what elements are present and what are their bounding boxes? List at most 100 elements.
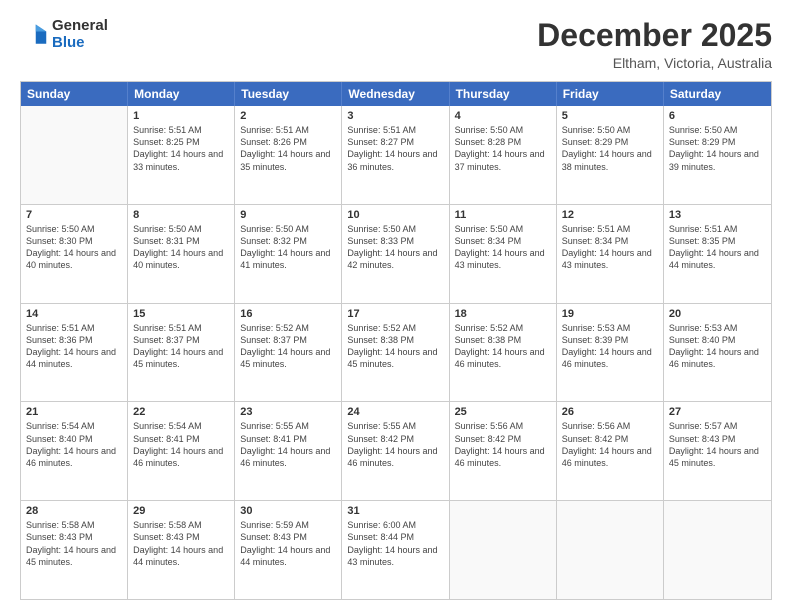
- header-day-wednesday: Wednesday: [342, 82, 449, 106]
- day-info: Sunrise: 5:53 AMSunset: 8:39 PMDaylight:…: [562, 322, 658, 371]
- calendar-cell: 11 Sunrise: 5:50 AMSunset: 8:34 PMDayligh…: [450, 205, 557, 303]
- day-info: Sunrise: 5:50 AMSunset: 8:29 PMDaylight:…: [669, 124, 766, 173]
- page: General Blue December 2025 Eltham, Victo…: [0, 0, 792, 612]
- day-number: 21: [26, 406, 122, 418]
- calendar-cell: 4 Sunrise: 5:50 AMSunset: 8:28 PMDaylight…: [450, 106, 557, 204]
- day-number: 22: [133, 406, 229, 418]
- day-number: 11: [455, 209, 551, 221]
- day-number: 30: [240, 505, 336, 517]
- calendar-cell: [450, 501, 557, 599]
- day-info: Sunrise: 5:50 AMSunset: 8:32 PMDaylight:…: [240, 223, 336, 272]
- day-number: 13: [669, 209, 766, 221]
- calendar-body: 1 Sunrise: 5:51 AMSunset: 8:25 PMDaylight…: [21, 106, 771, 599]
- header: General Blue December 2025 Eltham, Victo…: [20, 18, 772, 71]
- month-title: December 2025: [537, 18, 772, 53]
- calendar-cell: 9Sunrise: 5:50 AMSunset: 8:32 PMDaylight…: [235, 205, 342, 303]
- day-number: 1: [133, 110, 229, 122]
- day-info: Sunrise: 5:56 AMSunset: 8:42 PMDaylight:…: [562, 420, 658, 469]
- day-number: 8: [133, 209, 229, 221]
- day-info: Sunrise: 5:54 AMSunset: 8:41 PMDaylight:…: [133, 420, 229, 469]
- day-info: Sunrise: 5:51 AMSunset: 8:36 PMDaylight:…: [26, 322, 122, 371]
- day-info: Sunrise: 5:51 AMSunset: 8:35 PMDaylight:…: [669, 223, 766, 272]
- day-info: Sunrise: 5:55 AMSunset: 8:42 PMDaylight:…: [347, 420, 443, 469]
- calendar-cell: 2 Sunrise: 5:51 AMSunset: 8:26 PMDaylight…: [235, 106, 342, 204]
- calendar-cell: 18Sunrise: 5:52 AMSunset: 8:38 PMDayligh…: [450, 304, 557, 402]
- day-info: Sunrise: 5:52 AMSunset: 8:38 PMDaylight:…: [455, 322, 551, 371]
- calendar-cell: 13 Sunrise: 5:51 AMSunset: 8:35 PMDayligh…: [664, 205, 771, 303]
- calendar-cell: 15Sunrise: 5:51 AMSunset: 8:37 PMDayligh…: [128, 304, 235, 402]
- calendar-cell: [21, 106, 128, 204]
- calendar-cell: 29 Sunrise: 5:58 AMSunset: 8:43 PMDayligh…: [128, 501, 235, 599]
- calendar-cell: 12Sunrise: 5:51 AMSunset: 8:34 PMDayligh…: [557, 205, 664, 303]
- calendar-week-3: 14 Sunrise: 5:51 AMSunset: 8:36 PMDayligh…: [21, 303, 771, 402]
- calendar-cell: 31Sunrise: 6:00 AMSunset: 8:44 PMDayligh…: [342, 501, 449, 599]
- day-number: 19: [562, 308, 658, 320]
- day-info: Sunrise: 5:55 AMSunset: 8:41 PMDaylight:…: [240, 420, 336, 469]
- day-number: 24: [347, 406, 443, 418]
- title-area: December 2025 Eltham, Victoria, Australi…: [537, 18, 772, 71]
- calendar-cell: 1 Sunrise: 5:51 AMSunset: 8:25 PMDaylight…: [128, 106, 235, 204]
- day-number: 16: [240, 308, 336, 320]
- calendar-cell: 6 Sunrise: 5:50 AMSunset: 8:29 PMDaylight…: [664, 106, 771, 204]
- header-day-friday: Friday: [557, 82, 664, 106]
- logo-general-text: General: [52, 18, 108, 35]
- calendar-week-4: 21 Sunrise: 5:54 AMSunset: 8:40 PMDayligh…: [21, 401, 771, 500]
- day-info: Sunrise: 5:50 AMSunset: 8:30 PMDaylight:…: [26, 223, 122, 272]
- day-info: Sunrise: 5:54 AMSunset: 8:40 PMDaylight:…: [26, 420, 122, 469]
- day-number: 17: [347, 308, 443, 320]
- day-number: 20: [669, 308, 766, 320]
- calendar-cell: 30 Sunrise: 5:59 AMSunset: 8:43 PMDayligh…: [235, 501, 342, 599]
- calendar-cell: 5Sunrise: 5:50 AMSunset: 8:29 PMDaylight…: [557, 106, 664, 204]
- day-number: 14: [26, 308, 122, 320]
- day-info: Sunrise: 6:00 AMSunset: 8:44 PMDaylight:…: [347, 519, 443, 568]
- logo-blue-text: Blue: [52, 35, 108, 52]
- calendar-cell: [664, 501, 771, 599]
- calendar-week-1: 1 Sunrise: 5:51 AMSunset: 8:25 PMDaylight…: [21, 106, 771, 204]
- day-number: 7: [26, 209, 122, 221]
- header-day-monday: Monday: [128, 82, 235, 106]
- header-day-tuesday: Tuesday: [235, 82, 342, 106]
- day-number: 10: [347, 209, 443, 221]
- calendar-cell: 26 Sunrise: 5:56 AMSunset: 8:42 PMDayligh…: [557, 402, 664, 500]
- calendar-cell: 23 Sunrise: 5:55 AMSunset: 8:41 PMDayligh…: [235, 402, 342, 500]
- calendar-cell: 14 Sunrise: 5:51 AMSunset: 8:36 PMDayligh…: [21, 304, 128, 402]
- day-info: Sunrise: 5:51 AMSunset: 8:26 PMDaylight:…: [240, 124, 336, 173]
- header-day-sunday: Sunday: [21, 82, 128, 106]
- calendar-cell: 22 Sunrise: 5:54 AMSunset: 8:41 PMDayligh…: [128, 402, 235, 500]
- day-info: Sunrise: 5:56 AMSunset: 8:42 PMDaylight:…: [455, 420, 551, 469]
- day-info: Sunrise: 5:50 AMSunset: 8:31 PMDaylight:…: [133, 223, 229, 272]
- day-number: 4: [455, 110, 551, 122]
- header-day-saturday: Saturday: [664, 82, 771, 106]
- calendar-cell: 25 Sunrise: 5:56 AMSunset: 8:42 PMDayligh…: [450, 402, 557, 500]
- day-info: Sunrise: 5:58 AMSunset: 8:43 PMDaylight:…: [133, 519, 229, 568]
- day-number: 2: [240, 110, 336, 122]
- day-info: Sunrise: 5:59 AMSunset: 8:43 PMDaylight:…: [240, 519, 336, 568]
- day-info: Sunrise: 5:51 AMSunset: 8:27 PMDaylight:…: [347, 124, 443, 173]
- calendar-cell: 10 Sunrise: 5:50 AMSunset: 8:33 PMDayligh…: [342, 205, 449, 303]
- day-info: Sunrise: 5:53 AMSunset: 8:40 PMDaylight:…: [669, 322, 766, 371]
- calendar-cell: 3 Sunrise: 5:51 AMSunset: 8:27 PMDaylight…: [342, 106, 449, 204]
- calendar-cell: 28Sunrise: 5:58 AMSunset: 8:43 PMDayligh…: [21, 501, 128, 599]
- day-number: 6: [669, 110, 766, 122]
- calendar-cell: 21 Sunrise: 5:54 AMSunset: 8:40 PMDayligh…: [21, 402, 128, 500]
- day-number: 25: [455, 406, 551, 418]
- day-info: Sunrise: 5:50 AMSunset: 8:33 PMDaylight:…: [347, 223, 443, 272]
- calendar-cell: 16Sunrise: 5:52 AMSunset: 8:37 PMDayligh…: [235, 304, 342, 402]
- day-info: Sunrise: 5:50 AMSunset: 8:29 PMDaylight:…: [562, 124, 658, 173]
- day-info: Sunrise: 5:57 AMSunset: 8:43 PMDaylight:…: [669, 420, 766, 469]
- day-info: Sunrise: 5:52 AMSunset: 8:38 PMDaylight:…: [347, 322, 443, 371]
- logo: General Blue: [20, 18, 108, 51]
- day-number: 26: [562, 406, 658, 418]
- day-info: Sunrise: 5:58 AMSunset: 8:43 PMDaylight:…: [26, 519, 122, 568]
- day-info: Sunrise: 5:50 AMSunset: 8:34 PMDaylight:…: [455, 223, 551, 272]
- day-number: 27: [669, 406, 766, 418]
- calendar-cell: 7 Sunrise: 5:50 AMSunset: 8:30 PMDaylight…: [21, 205, 128, 303]
- day-info: Sunrise: 5:51 AMSunset: 8:25 PMDaylight:…: [133, 124, 229, 173]
- day-info: Sunrise: 5:51 AMSunset: 8:34 PMDaylight:…: [562, 223, 658, 272]
- calendar-week-2: 7 Sunrise: 5:50 AMSunset: 8:30 PMDaylight…: [21, 204, 771, 303]
- day-number: 3: [347, 110, 443, 122]
- day-number: 23: [240, 406, 336, 418]
- day-info: Sunrise: 5:50 AMSunset: 8:28 PMDaylight:…: [455, 124, 551, 173]
- calendar-cell: 27 Sunrise: 5:57 AMSunset: 8:43 PMDayligh…: [664, 402, 771, 500]
- day-number: 29: [133, 505, 229, 517]
